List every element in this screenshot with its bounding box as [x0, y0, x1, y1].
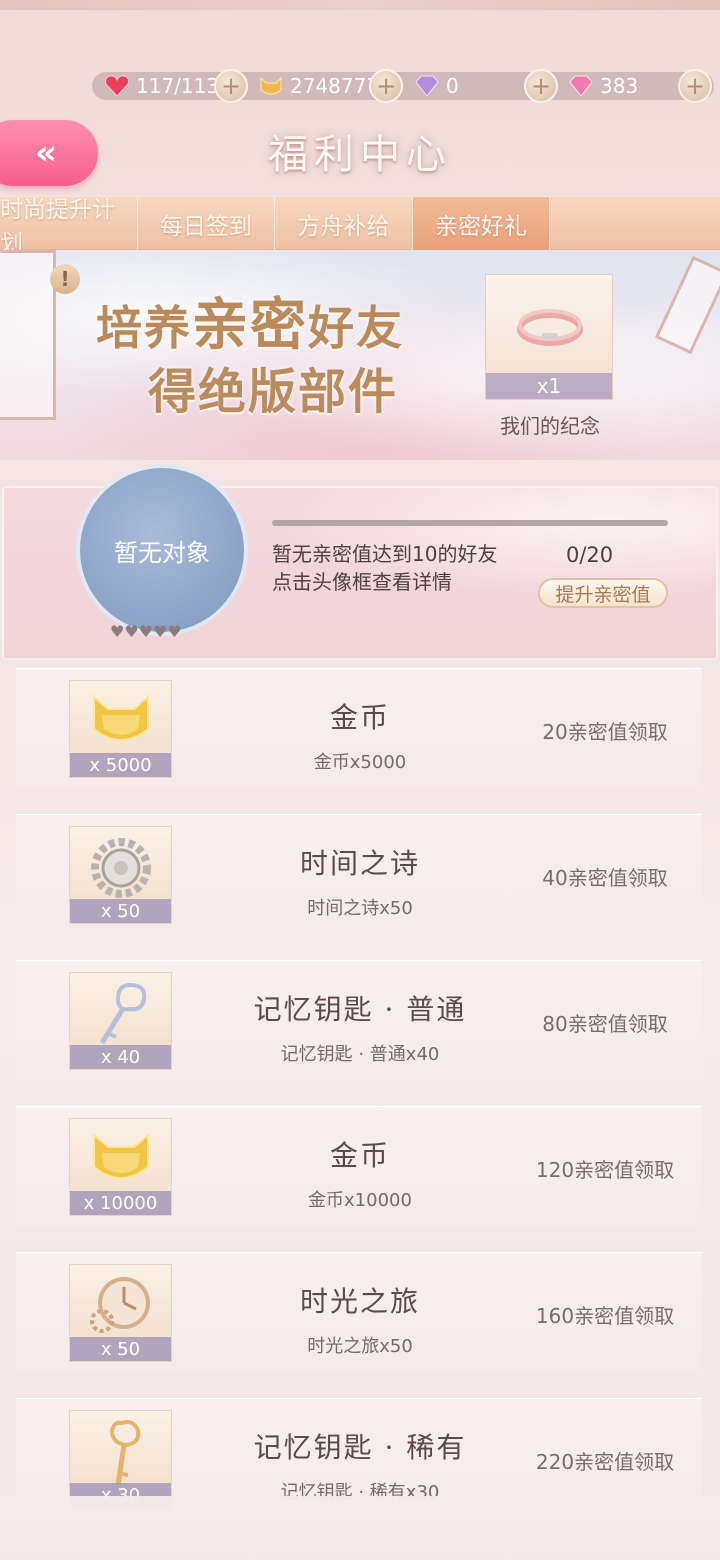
reward-subtitle: 金币x10000 [308, 1190, 412, 1211]
banner-reward-item[interactable]: x1 [485, 274, 613, 400]
friend-avatar-frame[interactable]: 暂无对象 [76, 464, 248, 636]
reward-item-5[interactable]: x 50 [69, 1264, 172, 1362]
gold-cat-coin-icon [260, 76, 282, 95]
bracelet-icon [517, 309, 583, 346]
reward-subtitle: 时间之诗x50 [307, 898, 413, 919]
intimacy-desc-line2: 点击头像框查看详情 [272, 570, 452, 594]
reward-quantity: x 5000 [70, 753, 171, 777]
reward-claim-button[interactable]: 20亲密值领取 [510, 716, 700, 745]
reward-title: 金币 [329, 701, 390, 734]
reward-subtitle: 时光之旅x50 [307, 1336, 413, 1357]
banner-item-name: 我们的纪念 [500, 414, 600, 438]
reward-title: 记忆钥匙 · 普通 [253, 993, 467, 1026]
heart-gem-icon [105, 75, 129, 97]
reward-item-3[interactable]: x 40 [69, 972, 172, 1070]
banner-headline: 培养亲密好友 [96, 280, 404, 361]
purple-diamond-icon [415, 75, 439, 97]
resource-gold: 2748777 [258, 70, 379, 102]
reward-claim-button[interactable]: 80亲密值领取 [510, 1008, 700, 1037]
resource-purple-diamond: 0 [414, 70, 459, 102]
tab-intimacy-gift[interactable]: 亲密好礼 [412, 197, 551, 251]
gold-value: 2748777 [290, 74, 380, 98]
info-icon[interactable]: ! [50, 264, 80, 294]
bottom-fade [0, 1496, 720, 1560]
tab-fashion-plan[interactable]: 时尚提升计划 [0, 197, 138, 257]
page-title: 福利中心 [268, 132, 452, 178]
reward-subtitle: 金币x5000 [313, 752, 407, 773]
add-purple-diamond-button[interactable]: + [524, 69, 558, 103]
silver-key-icon [99, 982, 147, 1045]
reward-claim-button[interactable]: 120亲密值领取 [510, 1154, 700, 1183]
tab-ark-supply[interactable]: 方舟补给 [275, 197, 413, 251]
clock-journey-icon [90, 1277, 150, 1333]
photo-frame-left [0, 250, 56, 420]
reward-claim-button[interactable]: 220亲密值领取 [510, 1446, 700, 1475]
reward-item-4[interactable]: x 10000 [69, 1118, 172, 1216]
pink-diamond-icon [569, 75, 593, 97]
pink-diamond-value: 383 [600, 74, 639, 98]
avatar-empty-label: 暂无对象 [114, 538, 210, 567]
banner-item-quantity: x1 [486, 373, 612, 399]
reward-item-6[interactable]: x 30 [69, 1410, 172, 1508]
reward-subtitle: 记忆钥匙 · 普通x40 [280, 1044, 440, 1065]
tab-daily-checkin[interactable]: 每日签到 [138, 197, 276, 251]
top-decoration [0, 0, 720, 10]
intimacy-count: 0/20 [566, 543, 614, 567]
reward-quantity: x 50 [70, 1337, 171, 1361]
plus-icon: + [684, 72, 706, 100]
intimacy-desc-line1: 暂无亲密值达到10的好友 [272, 542, 498, 566]
banner-headline-part1: 培养 [96, 301, 192, 355]
intimacy-description: 暂无亲密值达到10的好友 点击头像框查看详情 [272, 540, 497, 596]
boost-intimacy-button[interactable]: 提升亲密值 [538, 578, 668, 608]
reward-quantity: x 10000 [70, 1191, 171, 1215]
purple-diamond-value: 0 [446, 74, 459, 98]
reward-item-1[interactable]: x 5000 [69, 680, 172, 778]
banner-headline-part3: 好友 [308, 301, 404, 355]
intimacy-hearts-icon: ♥♥♥♥♥ [110, 622, 182, 641]
gold-coin-icon [93, 1132, 149, 1179]
resource-stamina: 117/113 [104, 70, 219, 102]
tab-bar: 时尚提升计划 每日签到 方舟补给 亲密好礼 [0, 196, 720, 257]
reward-item-2[interactable]: x 50 [69, 826, 172, 924]
plus-icon: + [530, 72, 552, 100]
reward-title: 时间之诗 [299, 847, 420, 880]
reward-claim-button[interactable]: 160亲密值领取 [510, 1300, 700, 1329]
plus-icon: + [375, 72, 397, 100]
banner-subheadline: 得绝版部件 [148, 364, 399, 420]
reward-claim-button[interactable]: 40亲密值领取 [510, 862, 700, 891]
gear-poem-icon [91, 838, 151, 898]
add-stamina-button[interactable]: + [214, 69, 248, 103]
reward-quantity: x 40 [70, 1045, 171, 1069]
add-pink-diamond-button[interactable]: + [678, 69, 712, 103]
tab-spacer [550, 197, 720, 251]
reward-quantity: x 50 [70, 899, 171, 923]
gold-key-icon [109, 1420, 141, 1486]
resource-pink-diamond: 383 [568, 70, 638, 102]
reward-title: 记忆钥匙 · 稀有 [253, 1431, 467, 1464]
reward-title: 金币 [329, 1139, 390, 1172]
stamina-value: 117/113 [136, 74, 220, 98]
add-gold-button[interactable]: + [369, 69, 403, 103]
intimacy-progress-bar [272, 520, 668, 526]
gold-coin-icon [93, 694, 149, 741]
banner-headline-part2: 亲密 [192, 292, 308, 358]
plus-icon: + [220, 72, 242, 100]
reward-title: 时光之旅 [299, 1285, 420, 1318]
